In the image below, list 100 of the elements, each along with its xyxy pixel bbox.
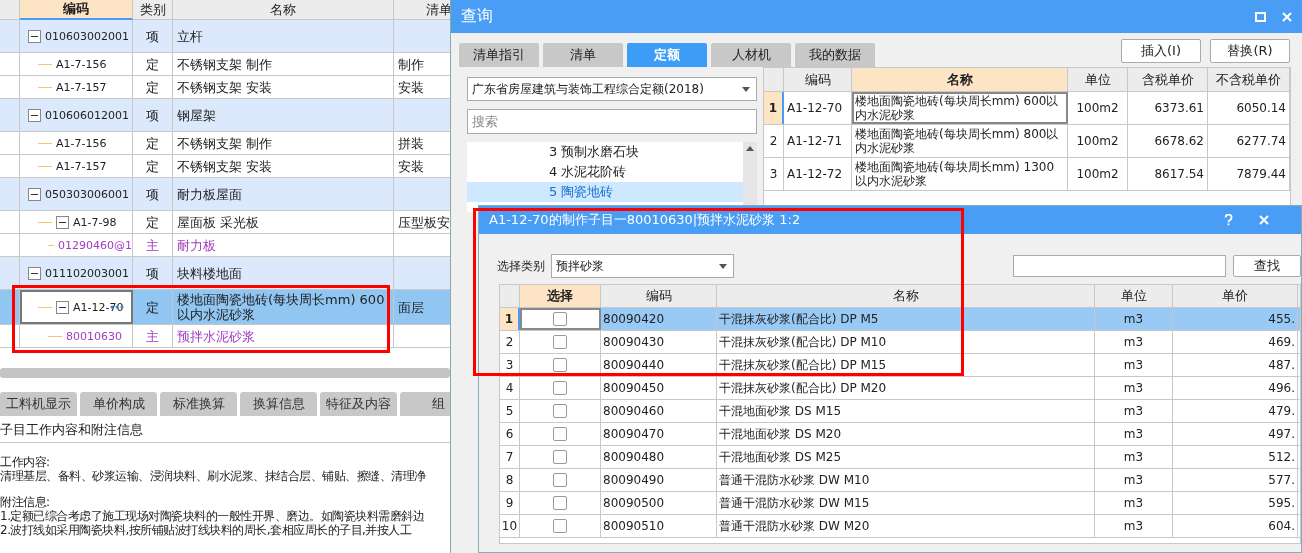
table-cell: 512. — [1173, 446, 1298, 468]
table-cell: 项 — [133, 20, 173, 52]
scrollbar[interactable] — [0, 368, 450, 378]
tree-line — [38, 63, 52, 65]
table-row[interactable]: A1-7-98 定 屋面板 采光板 压型板安 — [0, 211, 450, 234]
table-cell: 干混抹灰砂浆(配合比) DP M20 — [717, 377, 1095, 399]
table-row[interactable]: A1-7-156 定 不锈钢支架 制作 拼装 — [0, 132, 450, 155]
row-number: 1 — [500, 308, 520, 330]
table-row[interactable]: 7 80090480 干混地面砂浆 DS M25 m3 512. — [500, 446, 1300, 469]
column-header[interactable]: 名称 — [717, 285, 1095, 307]
tree-line — [38, 221, 52, 223]
table-row[interactable]: A1-7-157 定 不锈钢支架 安装 安装 — [0, 155, 450, 178]
table-row[interactable]: 2 A1-12-71 楼地面陶瓷地砖(每块周长mm) 800以内水泥砂浆 100m2 6678.62 6277.74 — [764, 125, 1290, 158]
table-row[interactable]: 011102003001 项 块料楼地面 — [0, 257, 450, 290]
table-row[interactable]: 6 80090470 干混地面砂浆 DS M20 m3 497. — [500, 423, 1300, 446]
paragraph: 清理基层、备料、砂浆运输、浸润块料、刷水泥浆、抹结合层、铺贴、擦缝、清理净 — [0, 469, 427, 483]
column-header[interactable]: 含税单价 — [1128, 68, 1208, 91]
checkbox[interactable] — [553, 427, 567, 441]
table-row[interactable]: 80010630 主 预拌水泥砂浆 — [0, 325, 450, 348]
table-row[interactable]: 010603002001 项 立杆 — [0, 20, 450, 53]
checkbox[interactable] — [553, 335, 567, 349]
checkbox[interactable] — [553, 519, 567, 533]
checkbox[interactable] — [553, 496, 567, 510]
table-cell: A1-12-72 — [784, 158, 852, 190]
tree-item[interactable]: 4 水泥花阶砖 — [467, 162, 743, 182]
caret-icon[interactable] — [719, 263, 727, 269]
table-row[interactable]: 050303006001 项 耐力板屋面 — [0, 178, 450, 211]
collapse-icon[interactable] — [56, 215, 69, 229]
table-row[interactable]: 10 80090510 普通干混防水砂浆 DW M20 m3 604. — [500, 515, 1300, 538]
tab[interactable]: 组 — [400, 392, 450, 416]
column-header[interactable]: 单位 — [1095, 285, 1173, 307]
tab[interactable]: 换算信息 — [240, 392, 317, 416]
tab[interactable]: 我的数据 — [795, 43, 875, 67]
tab[interactable]: 标准换算 — [160, 392, 237, 416]
table-row[interactable]: 1 A1-12-70 楼地面陶瓷地砖(每块周长mm) 600以内水泥砂浆 100m2 6373.61 6050.14 — [764, 92, 1290, 125]
library-dropdown[interactable]: 广东省房屋建筑与装饰工程综合定额(2018) — [467, 77, 757, 101]
table-cell: 80090480 — [601, 446, 717, 468]
table-cell: 80090450 — [601, 377, 717, 399]
table-cell: 050303006001 — [20, 178, 133, 210]
help-icon[interactable] — [1224, 214, 1233, 226]
collapse-icon[interactable] — [56, 300, 69, 314]
collapse-icon[interactable] — [28, 108, 41, 122]
checkbox[interactable] — [553, 450, 567, 464]
table-row[interactable]: 2 80090430 干混抹灰砂浆(配合比) DP M10 m3 469. — [500, 331, 1300, 354]
table-row[interactable]: 3 A1-12-72 楼地面陶瓷地砖(每块周长mm) 1300以内水泥砂浆 100m2 8617.54 7879.44 — [764, 158, 1290, 191]
checkbox[interactable] — [553, 404, 567, 418]
tab[interactable]: 工料机显示 — [0, 392, 77, 416]
collapse-icon[interactable] — [28, 187, 41, 201]
checkbox[interactable] — [553, 473, 567, 487]
table-row[interactable]: 010606012001 项 钢屋架 — [0, 99, 450, 132]
close-icon[interactable] — [1259, 215, 1269, 225]
table-cell: 项 — [133, 99, 173, 131]
table-row[interactable]: 9 80090500 普通干混防水砂浆 DW M15 m3 595. — [500, 492, 1300, 515]
table-row[interactable]: A1-7-156 定 不锈钢支架 制作 制作 — [0, 53, 450, 76]
column-header[interactable]: 名称 — [852, 68, 1068, 91]
column-header[interactable]: 单价 — [1173, 285, 1298, 307]
close-icon[interactable] — [1282, 11, 1292, 22]
tab[interactable]: 特征及内容 — [320, 392, 397, 416]
checkbox[interactable] — [553, 381, 567, 395]
tab[interactable]: 清单指引 — [459, 43, 539, 67]
column-header[interactable]: 单位 — [1068, 68, 1128, 91]
tab[interactable]: 清单 — [543, 43, 623, 67]
find-button[interactable]: 查找 — [1233, 255, 1301, 277]
checkbox[interactable] — [553, 312, 567, 326]
column-header[interactable]: 不含税单价 — [1208, 68, 1290, 91]
table-cell: 不锈钢支架 制作 — [173, 132, 394, 154]
table-row[interactable]: A1-12-70 定 楼地面陶瓷地砖(每块周长mm) 600以内水泥砂浆 面层 — [0, 290, 450, 325]
row-number: 10 — [500, 515, 520, 537]
category-dropdown[interactable]: 预拌砂浆 — [551, 254, 734, 278]
table-cell: m3 — [1095, 331, 1173, 353]
table-row[interactable]: A1-7-157 定 不锈钢支架 安装 安装 — [0, 76, 450, 99]
caret-icon[interactable] — [742, 86, 750, 92]
tree-line — [38, 306, 52, 308]
table-row[interactable]: 01290460@1 主 耐力板 — [0, 234, 450, 257]
tab[interactable]: 人材机 — [711, 43, 791, 67]
tree-item[interactable]: 5 陶瓷地砖 — [467, 182, 743, 202]
collapse-icon[interactable] — [28, 266, 41, 280]
more-icon[interactable] — [110, 305, 124, 309]
search-field[interactable]: 搜索 — [467, 109, 757, 134]
collapse-icon[interactable] — [28, 29, 41, 43]
scroll-up-icon[interactable] — [746, 146, 754, 151]
table-row[interactable]: 4 80090450 干混抹灰砂浆(配合比) DP M20 m3 496. — [500, 377, 1300, 400]
toolbar-button[interactable]: 替换(R) — [1210, 39, 1290, 63]
table-row[interactable]: 3 80090440 干混抹灰砂浆(配合比) DP M15 m3 487. — [500, 354, 1300, 377]
table-cell: 干混地面砂浆 DS M15 — [717, 400, 1095, 422]
column-header[interactable]: 编码 — [601, 285, 717, 307]
table-row[interactable]: 8 80090490 普通干混防水砂浆 DW M10 m3 577. — [500, 469, 1300, 492]
column-header[interactable]: 编码 — [20, 0, 133, 20]
tree-item[interactable]: 3 预制水磨石块 — [467, 142, 743, 162]
section-label: 工作内容: — [0, 455, 51, 469]
tree-line — [48, 335, 62, 337]
checkbox[interactable] — [553, 358, 567, 372]
table-row[interactable]: 1 80090420 干混抹灰砂浆(配合比) DP M5 m3 455. — [500, 308, 1300, 331]
table-cell: m3 — [1095, 469, 1173, 491]
maximize-icon[interactable] — [1255, 11, 1266, 22]
tab[interactable]: 单价构成 — [80, 392, 157, 416]
table-row[interactable]: 5 80090460 干混地面砂浆 DS M15 m3 479. — [500, 400, 1300, 423]
toolbar-button[interactable]: 插入(I) — [1121, 39, 1201, 63]
column-header[interactable]: 选择 — [520, 285, 601, 307]
search-field[interactable] — [1013, 255, 1226, 277]
